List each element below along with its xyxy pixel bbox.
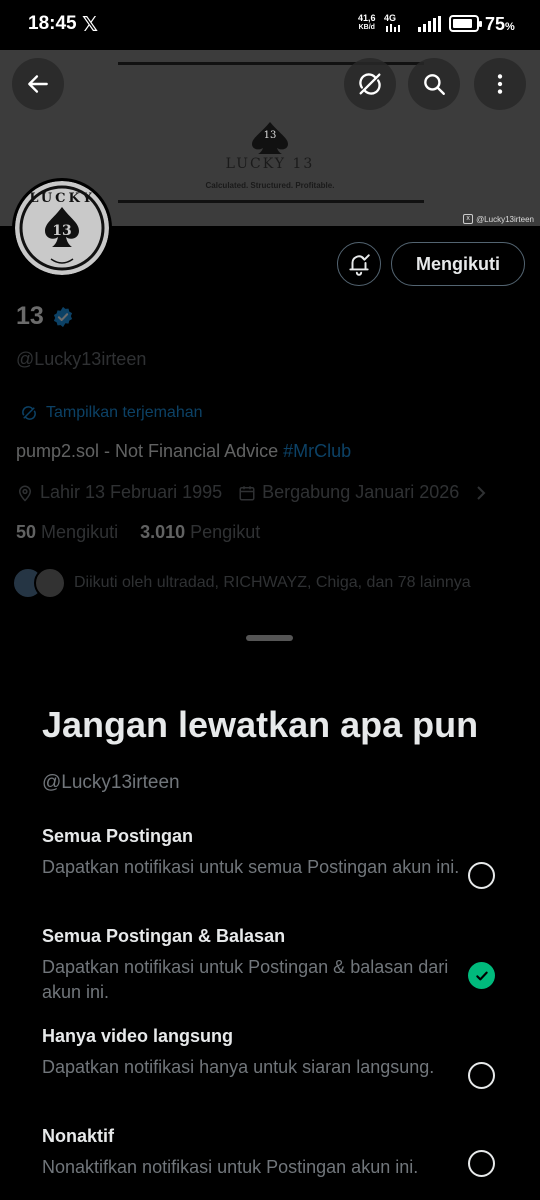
- followed-by-text: Diikuti oleh ultradad, RICHWAYZ, Chiga, …: [74, 574, 471, 591]
- signal-icon: [418, 16, 441, 32]
- bio-text: pump2.sol - Not Financial Advice: [16, 441, 284, 461]
- notification-bell-button[interactable]: [337, 242, 381, 286]
- option-title: Nonaktif: [42, 1126, 114, 1146]
- option-desc: Nonaktifkan notifikasi untuk Postingan a…: [42, 1157, 419, 1177]
- profile-handle: @Lucky13irteen: [16, 349, 147, 369]
- sheet-drag-handle[interactable]: [246, 635, 293, 641]
- network-rate-unit: KB/d: [358, 24, 375, 31]
- avatar-number: 13: [52, 223, 72, 239]
- battery-percent: 75%: [485, 14, 515, 35]
- avatar-text: LUCKY: [29, 191, 95, 206]
- option-all-posts[interactable]: Semua Postingan Dapatkan notifikasi untu…: [42, 826, 512, 889]
- search-icon: [424, 74, 445, 95]
- banner-logo-number: 13: [263, 130, 277, 141]
- sheet-title: Jangan lewatkan apa pun: [42, 704, 479, 745]
- followed-by-row[interactable]: Diikuti oleh ultradad, RICHWAYZ, Chiga, …: [12, 567, 471, 599]
- battery-icon: [449, 15, 482, 32]
- option-title: Semua Postingan: [42, 826, 194, 846]
- followers-stat[interactable]: 3.010 Pengikut: [140, 522, 260, 543]
- x-small-icon: x: [463, 214, 474, 224]
- join-date: Bergabung Januari 2026: [238, 482, 459, 503]
- option-desc: Dapatkan notifikasi hanya untuk siaran l…: [42, 1057, 435, 1077]
- status-bar: 18:45 𝕏 41,6 KB/d 4G 75%: [0, 0, 540, 50]
- network-type-label: 4G: [384, 13, 397, 23]
- more-options-button[interactable]: [474, 58, 526, 110]
- follow-stats: 50 Mengikuti 3.010 Pengikut: [16, 522, 260, 543]
- profile-bio: pump2.sol - Not Financial Advice #MrClub: [16, 441, 351, 462]
- search-button[interactable]: [408, 58, 460, 110]
- birth-label: Lahir 13 Februari 1995: [40, 482, 223, 502]
- network-type: 4G: [384, 14, 406, 34]
- banner-title: LUCKY 13: [225, 156, 315, 172]
- option-posts-replies[interactable]: Semua Postingan & Balasan Dapatkan notif…: [42, 926, 512, 1005]
- banner-watermark: x @Lucky13irteen: [463, 214, 534, 224]
- translate-link[interactable]: Tampilkan terjemahan: [20, 404, 203, 422]
- following-count: 50: [16, 522, 37, 542]
- profile-meta: Lahir 13 Februari 1995 Bergabung Januari…: [16, 482, 487, 503]
- banner-watermark-text: @Lucky13irteen: [476, 214, 534, 224]
- option-title: Hanya video langsung: [42, 1026, 234, 1046]
- notification-bottom-sheet: Jangan lewatkan apa pun @Lucky13irteen S…: [0, 618, 540, 1200]
- more-vertical-icon: [497, 74, 503, 94]
- check-icon: [475, 971, 488, 980]
- back-button[interactable]: [12, 58, 64, 110]
- x-logo-icon: 𝕏: [82, 14, 99, 36]
- profile-name-row: 13: [16, 302, 74, 331]
- translate-sync-icon: [359, 73, 381, 95]
- radio-posts-replies[interactable]: [468, 962, 495, 989]
- join-label: Bergabung Januari 2026: [262, 482, 460, 502]
- battery-unit: %: [505, 21, 515, 33]
- sheet-handle: @Lucky13irteen: [42, 772, 180, 793]
- radio-live-video[interactable]: [468, 1062, 495, 1089]
- calendar-icon: [239, 485, 255, 500]
- follower-avatar: [34, 567, 66, 599]
- radio-all-posts[interactable]: [468, 862, 495, 889]
- birth-date: Lahir 13 Februari 1995: [16, 482, 222, 503]
- network-rate-value: 41,6: [358, 13, 376, 23]
- banner-line-bottom: [118, 200, 424, 203]
- profile-name: 13: [16, 302, 44, 330]
- verified-badge-icon: [53, 306, 72, 327]
- network-rate: 41,6 KB/d: [358, 14, 376, 32]
- battery-value: 75: [485, 14, 506, 34]
- translate-icon: [22, 406, 36, 420]
- option-off[interactable]: Nonaktif Nonaktifkan notifikasi untuk Po…: [42, 1126, 512, 1180]
- option-desc: Dapatkan notifikasi untuk semua Postinga…: [42, 857, 460, 877]
- option-desc: Dapatkan notifikasi untuk Postingan & ba…: [42, 957, 449, 1002]
- following-button[interactable]: Mengikuti: [391, 242, 525, 286]
- bell-check-icon: [349, 254, 370, 276]
- followers-count: 3.010: [140, 522, 186, 542]
- bio-hashtag-link[interactable]: #MrClub: [283, 441, 351, 461]
- status-time: 18:45: [28, 13, 77, 34]
- following-label: Mengikuti: [41, 522, 119, 542]
- avatar[interactable]: LUCKY 13: [12, 178, 112, 278]
- location-pin-icon: [18, 485, 32, 502]
- radio-off[interactable]: [468, 1150, 495, 1177]
- following-stat[interactable]: 50 Mengikuti: [16, 522, 118, 543]
- option-title: Semua Postingan & Balasan: [42, 926, 286, 946]
- translate-button[interactable]: [344, 58, 396, 110]
- arrow-left-icon: [28, 75, 48, 93]
- followers-label: Pengikut: [190, 522, 261, 542]
- translate-label: Tampilkan terjemahan: [46, 404, 203, 421]
- data-arrows-icon: [386, 24, 400, 32]
- option-live-video[interactable]: Hanya video langsung Dapatkan notifikasi…: [42, 1026, 512, 1089]
- chevron-right-icon[interactable]: [475, 485, 487, 501]
